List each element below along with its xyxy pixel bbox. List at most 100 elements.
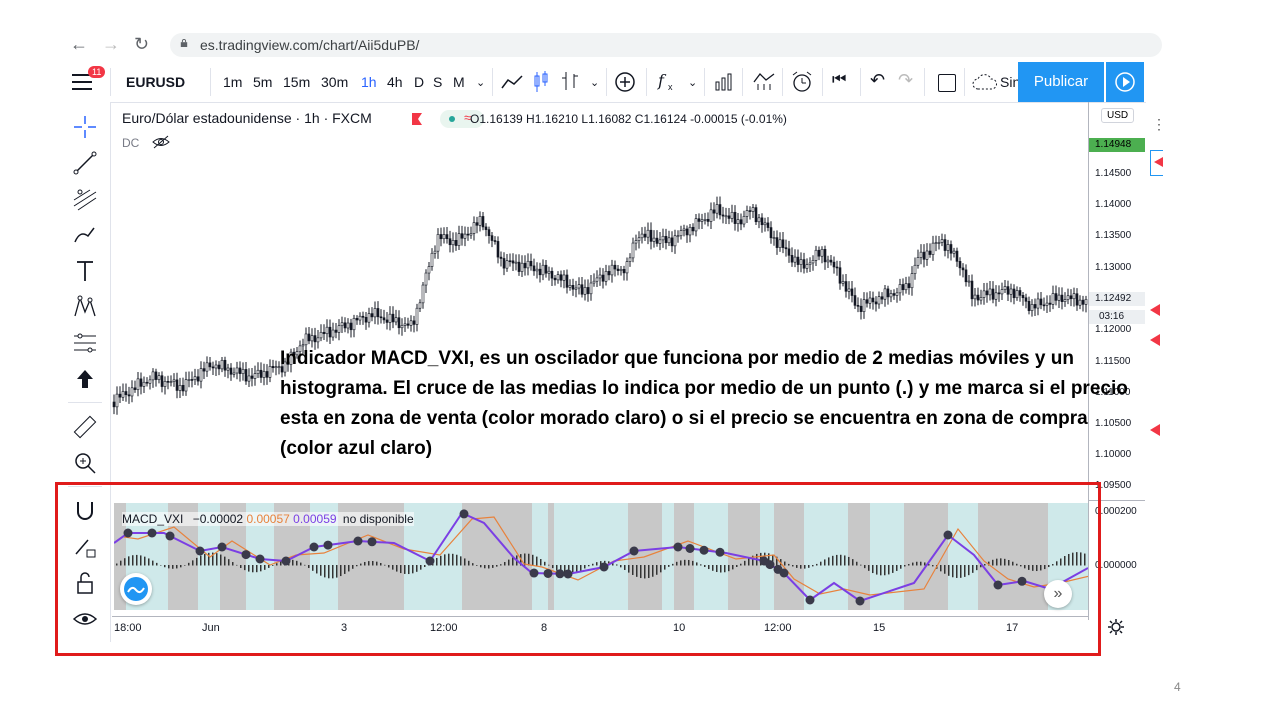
fx-icon[interactable]: f	[658, 71, 664, 90]
fullscreen-icon[interactable]	[938, 74, 956, 92]
alert-flag-icon[interactable]	[1150, 304, 1160, 316]
candle-body	[211, 366, 215, 369]
alert-flag-icon[interactable]	[1150, 334, 1160, 346]
candle-body	[808, 262, 812, 265]
back-icon[interactable]: ←	[70, 34, 88, 55]
candle-body	[463, 233, 467, 239]
add-indicator-icon[interactable]	[614, 71, 636, 93]
separator	[110, 68, 111, 96]
candle-body	[595, 277, 599, 282]
candle-body	[502, 258, 506, 269]
candle-body	[262, 371, 266, 378]
templates-icon[interactable]	[752, 70, 776, 92]
separator	[704, 68, 705, 96]
candle-body	[592, 280, 596, 284]
chevron-down-icon[interactable]: ⌄	[688, 76, 697, 89]
candle-body	[241, 369, 245, 374]
candle-body	[940, 239, 944, 243]
settings-gear-icon[interactable]	[1107, 618, 1125, 636]
symbol-legend[interactable]: Euro/Dólar estadounidense · 1h · FXCM	[122, 110, 372, 126]
interval-4h[interactable]: 4h	[387, 74, 403, 90]
forward-icon[interactable]: →	[102, 34, 120, 55]
candle-body	[199, 368, 203, 382]
candle-body	[628, 257, 632, 262]
candle-body	[253, 373, 257, 379]
trend-line-icon[interactable]	[72, 150, 98, 176]
candle-body	[322, 331, 326, 335]
candle-body	[781, 239, 785, 248]
symbol-button[interactable]: EURUSD	[126, 74, 185, 90]
candle-body	[163, 381, 167, 387]
interval-1m[interactable]: 1m	[223, 74, 242, 90]
candle-body	[823, 249, 827, 263]
line-chart-icon[interactable]	[500, 72, 524, 92]
interval-1h[interactable]: 1h	[361, 74, 377, 90]
chevron-down-icon[interactable]: ⌄	[476, 76, 485, 89]
candle-body	[679, 230, 683, 237]
pattern-icon[interactable]	[72, 294, 98, 320]
candle-body	[250, 375, 254, 379]
cloud-icon[interactable]	[972, 73, 998, 91]
interval-5m[interactable]: 5m	[253, 74, 272, 90]
brush-icon[interactable]	[72, 222, 98, 248]
undo-icon[interactable]: ↶	[870, 70, 885, 91]
interval-d[interactable]: D	[414, 74, 424, 90]
candle-body	[493, 240, 497, 242]
dc-label: DC	[122, 136, 140, 150]
candle-body	[895, 292, 899, 296]
separator	[924, 68, 925, 96]
crosshair-icon[interactable]	[72, 114, 98, 140]
zoom-in-icon[interactable]	[72, 450, 98, 476]
candle-body	[328, 326, 332, 338]
more-dots-icon[interactable]: ⋮	[1152, 116, 1166, 133]
candle-body	[1057, 294, 1061, 301]
publish-button[interactable]: Publicar	[1018, 62, 1104, 102]
alert-marker[interactable]	[1150, 150, 1163, 176]
candle-body	[469, 233, 473, 236]
replay-icon[interactable]: ⏮	[832, 71, 846, 89]
candle-body	[499, 256, 503, 259]
candle-body	[373, 308, 377, 318]
candle-body	[745, 210, 749, 217]
candle-body	[127, 394, 131, 397]
arrow-up-icon[interactable]	[72, 366, 98, 392]
chevron-down-icon[interactable]: ⌄	[590, 76, 599, 89]
fx-sub-icon: x	[668, 82, 673, 92]
address-bar[interactable]: es.tradingview.com/chart/Aii5duPB/	[170, 33, 1162, 57]
eye-hidden-icon[interactable]	[152, 135, 170, 149]
candle-body	[520, 262, 524, 272]
text-icon[interactable]	[72, 258, 98, 284]
candle-body	[478, 216, 482, 226]
price-label: 1.14000	[1095, 199, 1132, 210]
candle-body	[709, 209, 713, 222]
currency-button[interactable]: USD	[1101, 108, 1135, 123]
interval-m[interactable]: M	[453, 74, 465, 90]
reload-icon[interactable]: ↻	[134, 34, 149, 55]
bars-icon[interactable]	[560, 70, 580, 94]
candle-body	[235, 367, 239, 374]
candle-body	[631, 242, 635, 259]
redo-icon[interactable]: ↷	[898, 70, 913, 91]
ruler-icon[interactable]	[72, 414, 98, 440]
prediction-icon[interactable]	[72, 330, 98, 356]
candle-body	[829, 259, 833, 263]
candle-body	[973, 294, 977, 300]
candle-body	[655, 237, 659, 244]
compare-icon[interactable]	[714, 72, 734, 92]
alert-clock-icon[interactable]	[790, 70, 814, 94]
play-button[interactable]	[1106, 62, 1144, 102]
candle-body	[115, 393, 119, 408]
candle-body	[193, 376, 197, 380]
candle-body	[514, 261, 518, 264]
candle-body	[961, 267, 965, 271]
candle-body	[547, 270, 551, 274]
candle-body	[142, 381, 146, 387]
interval-15m[interactable]: 15m	[283, 74, 310, 90]
candle-body	[736, 219, 740, 224]
candles-icon[interactable]	[532, 70, 550, 94]
interval-s[interactable]: S	[433, 74, 442, 90]
candle-body	[667, 237, 671, 244]
interval-30m[interactable]: 30m	[321, 74, 348, 90]
alert-flag-icon[interactable]	[1150, 424, 1160, 436]
fib-icon[interactable]	[72, 186, 98, 212]
